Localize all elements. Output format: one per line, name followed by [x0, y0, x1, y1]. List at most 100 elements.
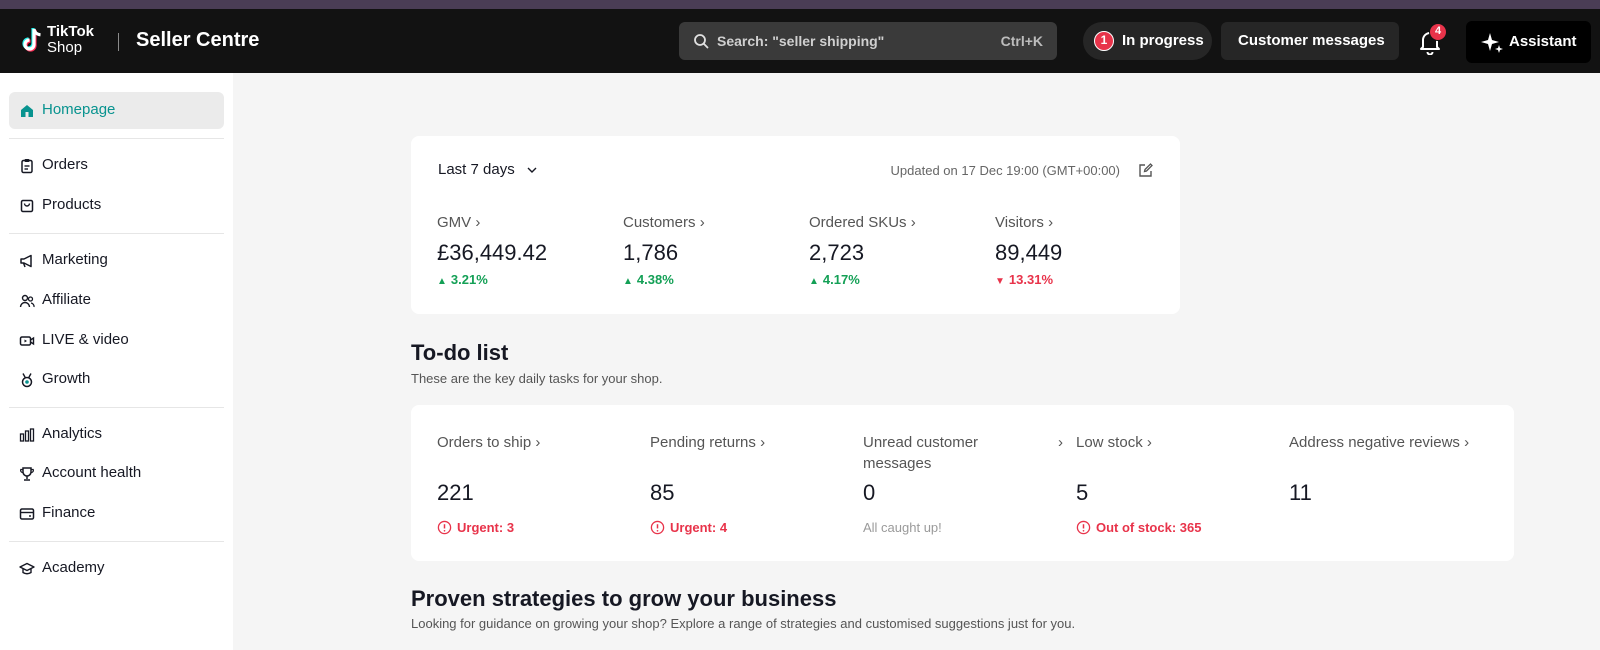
- sidebar-item-products[interactable]: Products: [9, 187, 224, 224]
- task-label: Orders to ship: [437, 434, 532, 451]
- header-divider: [118, 33, 119, 51]
- box-icon: [20, 199, 34, 213]
- task-note: Urgent: 3: [437, 520, 637, 535]
- chevron-right-icon: ›: [1048, 214, 1054, 231]
- metric-ordered-skus[interactable]: Ordered SKUs › 2,723 ▲ 4.17%: [809, 214, 989, 287]
- sidebar-item-label: Orders: [42, 156, 88, 173]
- sidebar-item-live-video[interactable]: LIVE & video: [9, 322, 224, 359]
- metric-change-value: 3.21%: [450, 272, 488, 287]
- sidebar-item-academy[interactable]: Academy: [9, 550, 224, 587]
- trophy-icon: [20, 467, 34, 481]
- metric-label: Visitors: [995, 214, 1044, 231]
- task-low-stock[interactable]: Low stock › 5 Out of stock: 365: [1076, 432, 1276, 535]
- metric-change: ▼ 13.31%: [995, 272, 1175, 287]
- metric-visitors[interactable]: Visitors › 89,449 ▼ 13.31%: [995, 214, 1175, 287]
- task-value: 11: [1289, 480, 1312, 505]
- updated-timestamp: Updated on 17 Dec 19:00 (GMT+00:00): [890, 163, 1120, 178]
- metric-gmv[interactable]: GMV › £36,449.42 ▲ 3.21%: [437, 214, 617, 287]
- sidebar-item-label: Marketing: [42, 251, 108, 268]
- chevron-right-icon: ›: [699, 214, 705, 231]
- chevron-right-icon: ›: [475, 214, 481, 231]
- assistant-button[interactable]: Assistant: [1466, 21, 1591, 63]
- sidebar-item-orders[interactable]: Orders: [9, 147, 224, 184]
- in-progress-label: In progress: [1122, 32, 1204, 49]
- task-pending-returns[interactable]: Pending returns › 85 Urgent: 4: [650, 432, 850, 535]
- sidebar-item-homepage[interactable]: Homepage: [9, 92, 224, 129]
- customer-messages-button[interactable]: Customer messages: [1221, 22, 1399, 60]
- home-icon: [21, 105, 33, 117]
- metrics-card: Last 7 days Updated on 17 Dec 19:00 (GMT…: [411, 136, 1180, 314]
- sidebar: Homepage Orders Products Marketing Affil…: [0, 73, 233, 650]
- sidebar-item-label: Analytics: [42, 425, 103, 442]
- task-note: Urgent: 4: [650, 520, 850, 535]
- task-note-text: Out of stock: 365: [1096, 520, 1202, 535]
- arrow-up-icon: ▲: [809, 276, 819, 287]
- search-bar[interactable]: Search: "seller shipping" Ctrl+K: [679, 22, 1057, 60]
- assistant-label: Assistant: [1509, 33, 1577, 50]
- chevron-right-icon: ›: [1146, 434, 1152, 451]
- notification-count-badge: 4: [1429, 23, 1447, 41]
- metric-change: ▲ 4.17%: [809, 272, 989, 287]
- sidebar-item-affiliate[interactable]: Affiliate: [9, 282, 224, 319]
- task-note-text: All caught up!: [863, 520, 942, 535]
- sidebar-item-finance[interactable]: Finance: [9, 495, 224, 532]
- metric-customers[interactable]: Customers › 1,786 ▲ 4.38%: [623, 214, 803, 287]
- metric-value: £36,449.42: [437, 240, 548, 265]
- todo-card: Orders to ship › 221 Urgent: 3 Pending r…: [411, 405, 1514, 561]
- task-note: Out of stock: 365: [1076, 520, 1276, 535]
- sidebar-item-label: Products: [42, 196, 102, 213]
- metric-change: ▲ 4.38%: [623, 272, 803, 287]
- sidebar-item-marketing[interactable]: Marketing: [9, 242, 224, 279]
- app-title[interactable]: Seller Centre: [136, 29, 259, 52]
- todo-title: To-do list: [411, 340, 509, 365]
- date-range-select[interactable]: Last 7 days: [438, 161, 537, 178]
- metric-label: Ordered SKUs: [809, 214, 907, 231]
- clipboard-icon: [21, 159, 33, 174]
- sidebar-item-growth[interactable]: Growth: [9, 361, 224, 398]
- task-note-text: Urgent: 4: [670, 520, 728, 535]
- window-top-strip: [0, 0, 1600, 9]
- arrow-down-icon: ▼: [995, 276, 1005, 287]
- sidebar-divider: [9, 541, 224, 542]
- task-value: 5: [1076, 480, 1089, 505]
- sidebar-item-analytics[interactable]: Analytics: [9, 416, 224, 453]
- medal-icon: [21, 373, 33, 388]
- sidebar-item-label: Affiliate: [42, 291, 91, 308]
- date-range-label: Last 7 days: [438, 161, 515, 178]
- sidebar-item-label: Account health: [42, 464, 142, 481]
- metric-change-value: 13.31%: [1008, 272, 1053, 287]
- top-header: TikTok Shop Seller Centre Search: "selle…: [0, 9, 1600, 73]
- chevron-right-icon: ›: [760, 434, 766, 451]
- strategies-title: Proven strategies to grow your business: [411, 586, 837, 611]
- strategies-subtitle: Looking for guidance on growing your sho…: [411, 616, 1076, 631]
- task-value: 0: [863, 480, 876, 505]
- bar-chart-icon: [19, 428, 35, 442]
- task-label: Address negative reviews: [1289, 434, 1460, 451]
- chevron-down-icon: [527, 167, 537, 174]
- task-unread-messages[interactable]: Unread customer messages › 0 All caught u…: [863, 432, 1063, 535]
- graduation-cap-icon: [19, 562, 35, 575]
- alert-circle-icon: [650, 520, 665, 535]
- sidebar-item-account-health[interactable]: Account health: [9, 455, 224, 492]
- people-icon: [19, 294, 35, 308]
- sidebar-item-label: Finance: [42, 504, 96, 521]
- task-orders-to-ship[interactable]: Orders to ship › 221 Urgent: 3: [437, 432, 637, 535]
- sidebar-item-label: LIVE & video: [42, 331, 129, 348]
- arrow-up-icon: ▲: [623, 276, 633, 287]
- arrow-up-icon: ▲: [437, 276, 447, 287]
- tiktok-logo-icon[interactable]: [16, 25, 48, 57]
- logo-text: TikTok Shop: [47, 24, 94, 56]
- task-label: Low stock: [1076, 434, 1143, 451]
- sparkle-icon: [1481, 33, 1503, 53]
- task-label: Unread customer messages: [863, 434, 979, 472]
- customer-messages-label: Customer messages: [1238, 32, 1385, 49]
- metric-change-value: 4.38%: [636, 272, 674, 287]
- logo-line2: Shop: [47, 39, 83, 56]
- chevron-right-icon: ›: [910, 214, 916, 231]
- metric-value: 1,786: [623, 240, 679, 265]
- edit-icon[interactable]: [1138, 162, 1154, 178]
- metric-label: Customers: [623, 214, 696, 231]
- sidebar-divider: [9, 407, 224, 408]
- in-progress-button[interactable]: 1 In progress: [1083, 22, 1212, 60]
- task-negative-reviews[interactable]: Address negative reviews › 11: [1289, 432, 1504, 506]
